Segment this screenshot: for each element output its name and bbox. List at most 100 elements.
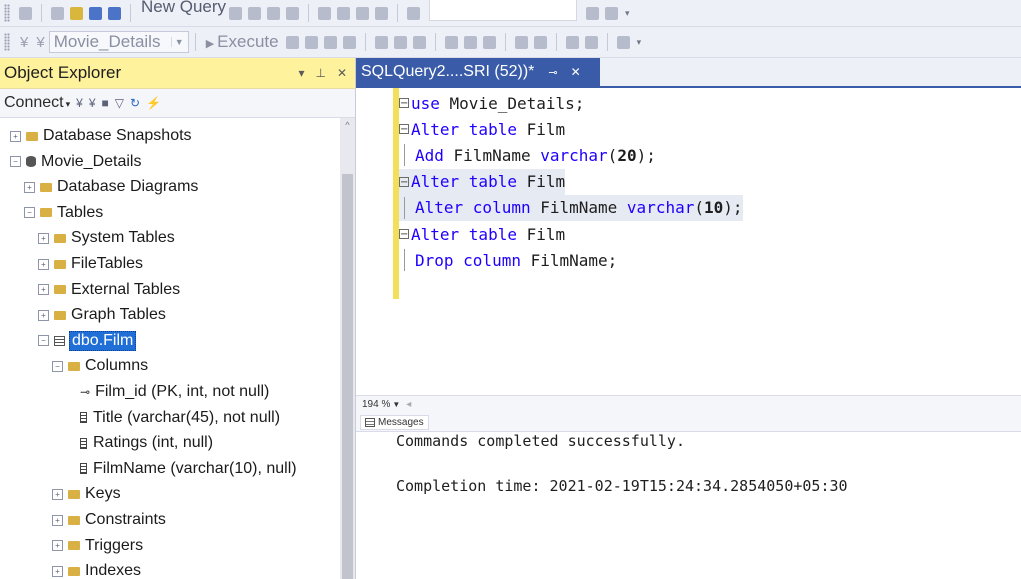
query-designer-icon[interactable] <box>342 35 356 49</box>
query-editor[interactable]: − use Movie_Details; − Alter table Film Add … <box>356 88 1021 395</box>
code-line[interactable]: Drop column FilmName; <box>399 247 617 273</box>
uncomment-icon[interactable] <box>533 35 547 49</box>
dmx-query-icon[interactable] <box>286 6 300 20</box>
tree-node[interactable]: + Triggers <box>52 534 143 558</box>
filter-icon[interactable]: ▽ <box>115 96 124 110</box>
horizontal-scrollbar[interactable] <box>417 398 1021 411</box>
expand-icon[interactable]: + <box>38 258 49 270</box>
live-stats-icon[interactable] <box>393 35 407 49</box>
save-icon[interactable] <box>89 6 102 20</box>
comment-icon[interactable] <box>514 35 528 49</box>
expand-icon[interactable]: + <box>38 284 49 296</box>
tree-node[interactable]: + Keys <box>52 482 121 506</box>
tree-node[interactable]: + FileTables <box>38 252 143 276</box>
tree-node[interactable]: + Database Diagrams <box>24 175 198 199</box>
close-icon[interactable]: ✕ <box>337 66 347 80</box>
collapse-icon[interactable]: − <box>24 207 35 219</box>
tree-node[interactable]: + External Tables <box>38 278 180 302</box>
tree-node[interactable]: − Columns <box>52 354 148 378</box>
scrollbar-thumb[interactable] <box>342 174 353 579</box>
expand-icon[interactable]: + <box>52 565 63 577</box>
expand-icon[interactable]: + <box>52 488 63 500</box>
activity-monitor-icon[interactable]: ⚡ <box>146 96 161 110</box>
client-stats-icon[interactable] <box>412 35 426 49</box>
expand-icon[interactable]: + <box>38 309 49 321</box>
toolbar-overflow-icon[interactable]: ▾ <box>637 37 642 48</box>
results-to-text-icon[interactable] <box>444 35 458 49</box>
tree-scrollbar[interactable]: ^ <box>340 118 355 579</box>
results-to-file-icon[interactable] <box>482 35 496 49</box>
undo-icon[interactable] <box>356 6 370 20</box>
code-line[interactable]: − Alter table Film <box>399 116 565 142</box>
execute-button[interactable]: ▶ Execute <box>206 32 279 52</box>
save-all-icon[interactable] <box>108 6 121 20</box>
code-line[interactable]: − Alter table Film <box>399 221 565 247</box>
results-to-grid-icon[interactable] <box>463 35 477 49</box>
back-icon[interactable] <box>19 6 32 20</box>
disconnect-icon[interactable]: ¥ <box>89 96 96 110</box>
code-line[interactable]: Add FilmName varchar(20); <box>399 142 656 168</box>
analysis-query-icon[interactable] <box>248 6 262 20</box>
properties-icon[interactable] <box>605 6 619 20</box>
refresh-icon[interactable]: ↻ <box>130 96 140 110</box>
cut-icon[interactable] <box>318 6 332 20</box>
change-connection-icon[interactable]: ¥ <box>36 34 44 51</box>
tree-node[interactable]: + Constraints <box>52 508 166 532</box>
fold-toggle-icon[interactable]: − <box>399 229 409 240</box>
tree-node[interactable]: − Movie_Details <box>10 150 141 174</box>
specify-values-icon[interactable] <box>616 35 630 49</box>
connect-icon[interactable]: ¥ <box>76 96 83 110</box>
mdx-query-icon[interactable] <box>267 6 281 20</box>
expand-icon[interactable]: + <box>52 540 63 552</box>
tree-node[interactable]: ⊸ Film_id (PK, int, not null) <box>80 380 269 404</box>
toolbar-grip[interactable] <box>4 4 10 22</box>
toolbar-grip[interactable] <box>4 33 10 51</box>
start-debugging-icon[interactable] <box>407 6 421 20</box>
pin-tab-icon[interactable]: ⊸ <box>548 66 557 79</box>
query-engine-icon[interactable] <box>229 6 243 20</box>
tree-node[interactable]: + System Tables <box>38 226 175 250</box>
display-plan-icon[interactable] <box>323 35 337 49</box>
new-project-icon[interactable] <box>51 6 64 20</box>
collapse-icon[interactable]: − <box>38 335 49 347</box>
expand-icon[interactable]: + <box>10 130 21 142</box>
collapse-icon[interactable]: − <box>10 156 21 168</box>
expand-icon[interactable]: + <box>38 232 49 244</box>
stop-icon[interactable]: ■ <box>102 96 109 110</box>
tree-node[interactable]: + Database Snapshots <box>10 124 192 148</box>
scroll-up-icon[interactable]: ^ <box>340 120 355 130</box>
cancel-query-icon[interactable] <box>285 35 299 49</box>
code-line[interactable]: Alter column FilmName varchar(10); <box>399 194 743 221</box>
tree-node[interactable]: FilmName (varchar(10), null) <box>80 457 297 481</box>
open-file-icon[interactable] <box>70 6 83 20</box>
code-line[interactable]: − use Movie_Details; <box>399 90 584 116</box>
chevron-down-icon[interactable]: ▼ <box>170 37 184 47</box>
close-tab-icon[interactable]: ✕ <box>571 65 581 79</box>
tree-node[interactable]: − Tables <box>24 201 103 225</box>
connect-icon[interactable]: ¥ <box>20 34 28 51</box>
tree-node[interactable]: − dbo.Film <box>38 329 137 353</box>
expand-icon[interactable]: + <box>24 181 35 193</box>
tab-messages[interactable]: Messages <box>360 414 429 430</box>
chevron-down-icon[interactable]: ▼ <box>392 400 400 409</box>
new-query-button[interactable]: New Query <box>141 0 226 17</box>
expand-icon[interactable]: + <box>52 514 63 526</box>
chevron-down-icon[interactable]: ▾ <box>66 99 71 109</box>
code-line[interactable]: − Alter table Film <box>399 168 566 195</box>
connect-button[interactable]: Connect ▾ <box>4 94 70 112</box>
pin-icon[interactable]: ⊥ <box>315 66 325 80</box>
fold-toggle-icon[interactable]: − <box>399 124 409 135</box>
zoom-select[interactable]: 194 % ▼ <box>362 399 400 410</box>
toolbar-overflow-icon[interactable]: ▾ <box>625 8 630 19</box>
tree-node[interactable]: + Indexes <box>52 559 141 579</box>
tab-sqlquery2[interactable]: SQLQuery2....SRI (52))* ⊸ ✕ <box>356 58 600 86</box>
parse-icon[interactable] <box>304 35 318 49</box>
window-position-icon[interactable]: ▾ <box>298 66 304 80</box>
fold-toggle-icon[interactable]: − <box>399 176 409 187</box>
copy-icon[interactable] <box>337 6 351 20</box>
scroll-left-icon[interactable]: ◂ <box>406 399 411 410</box>
decrease-indent-icon[interactable] <box>565 35 579 49</box>
redo-icon[interactable] <box>375 6 389 20</box>
collapse-icon[interactable]: − <box>52 360 63 372</box>
solution-explorer-icon[interactable] <box>586 6 600 20</box>
